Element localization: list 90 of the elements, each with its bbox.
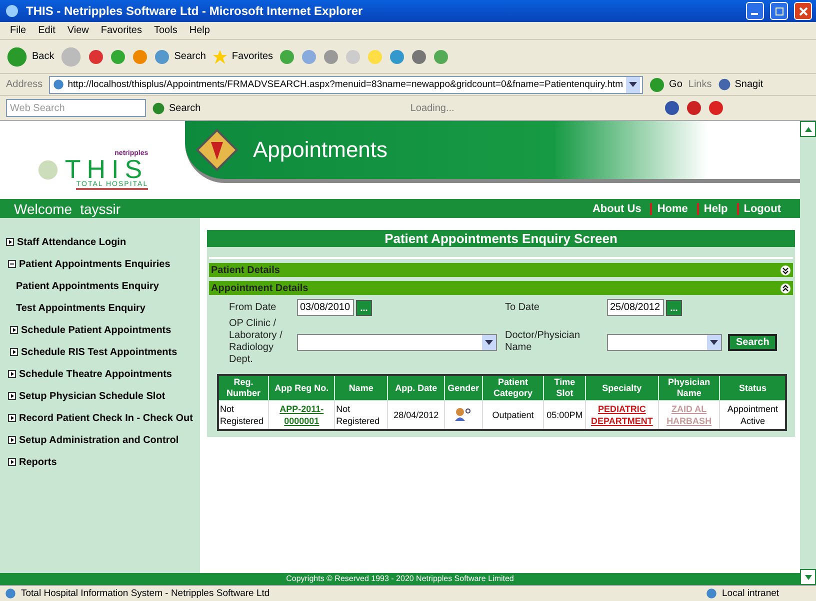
- menu-item[interactable]: Favorites: [96, 25, 146, 36]
- menu-item[interactable]: View: [63, 25, 93, 36]
- scrollbar[interactable]: [800, 121, 816, 585]
- status-text: Total Hospital Information System - Netripples Software Ltd: [21, 588, 271, 599]
- scroll-up-icon[interactable]: [804, 126, 812, 132]
- dropdown-arrow-icon: [485, 340, 493, 344]
- table-cell: Not Registered: [218, 400, 269, 430]
- maximize-icon: [774, 6, 784, 16]
- sidebar-item[interactable]: Setup Physician Schedule Slot: [6, 388, 200, 404]
- sidebar-item[interactable]: Staff Attendance Login: [6, 234, 200, 250]
- to-date-field[interactable]: 25/08/2012: [607, 299, 664, 316]
- scroll-down-icon[interactable]: [804, 574, 812, 580]
- column-header: Specialty: [586, 375, 658, 400]
- column-header: Physician Name: [658, 375, 720, 400]
- nav-link[interactable]: Help: [696, 202, 733, 214]
- column-header: Name: [334, 375, 388, 400]
- expand-icon[interactable]: [8, 458, 16, 466]
- expand-icon[interactable]: [780, 264, 791, 276]
- address-field[interactable]: http://localhost/thisplus/Appointments/FRMADVSEARCH.aspx?menuid=83name=newappo&gridcount=0&fname=Patientenquiry.htm: [48, 76, 644, 94]
- welcome-text: Welcome: [14, 200, 72, 216]
- screen-title: Patient Appointments Enquiry Screen: [207, 230, 795, 247]
- loading-status: Loading...: [410, 103, 454, 114]
- column-header: Patient Category: [482, 375, 544, 400]
- go-button[interactable]: Go: [669, 79, 682, 90]
- field-label: OP Clinic / Laboratory / Radiology Dept.: [228, 318, 284, 366]
- collapse-icon[interactable]: [780, 282, 791, 294]
- date-picker-button[interactable]: ...: [356, 300, 372, 316]
- sidebar-item[interactable]: Record Patient Check In - Check Out: [6, 410, 200, 426]
- expand-icon[interactable]: [8, 414, 16, 422]
- expand-icon[interactable]: [10, 348, 18, 356]
- sidebar-item[interactable]: Schedule RIS Test Appointments: [6, 344, 200, 360]
- zone-label: Local intranet: [722, 588, 780, 599]
- address-label: Address: [6, 79, 43, 90]
- close-icon: [798, 6, 808, 16]
- field-label: Doctor/Physician Name: [504, 330, 582, 354]
- search-button[interactable]: Search: [728, 334, 778, 350]
- column-header: Status: [720, 375, 786, 400]
- menu-item[interactable]: Edit: [34, 25, 60, 36]
- sidebar-subitem[interactable]: Patient Appointments Enquiry: [6, 278, 200, 294]
- sidebar-item[interactable]: Patient Appointments Enquiries: [6, 256, 200, 272]
- expand-icon[interactable]: [8, 436, 16, 444]
- column-header: Reg. Number: [218, 375, 269, 400]
- web-search-field[interactable]: Web Search: [6, 99, 146, 117]
- user-name: tayssir: [80, 200, 122, 216]
- person-gender-icon: [454, 406, 472, 420]
- dropdown-arrow-icon: [629, 82, 638, 87]
- expand-icon[interactable]: [8, 392, 16, 400]
- links-label[interactable]: Links: [688, 79, 712, 90]
- maximize-button[interactable]: [770, 2, 788, 20]
- page-heading: Appointments: [253, 137, 388, 163]
- section-header[interactable]: Patient Details: [209, 263, 793, 277]
- sidebar-item[interactable]: Setup Administration and Control: [6, 432, 200, 448]
- table-cell: Not Registered: [334, 400, 388, 430]
- menu-item[interactable]: File: [6, 25, 30, 36]
- menu-item[interactable]: Help: [185, 25, 214, 36]
- field-label: From Date: [228, 302, 278, 314]
- column-header: Time Slot: [544, 375, 586, 400]
- expand-icon[interactable]: [8, 370, 16, 378]
- back-label[interactable]: Back: [32, 51, 54, 62]
- sidebar-subitem[interactable]: Test Appointments Enquiry: [6, 300, 200, 316]
- window-title: THIS - Netripples Software Ltd - Microsoft Internet Explorer: [26, 4, 364, 18]
- column-header: App. Date: [387, 375, 445, 400]
- sidebar-item[interactable]: Reports: [6, 454, 200, 470]
- column-header: App Reg No.: [268, 375, 335, 400]
- nav-link[interactable]: About Us: [587, 202, 646, 214]
- expand-icon[interactable]: [10, 326, 18, 334]
- from-date-field[interactable]: 03/08/2010: [297, 299, 354, 316]
- star-icon[interactable]: [212, 48, 228, 64]
- collapse-icon[interactable]: [8, 260, 16, 268]
- menu-item[interactable]: Tools: [150, 25, 182, 36]
- field-label: To Date: [504, 302, 540, 314]
- search-button[interactable]: Search: [169, 102, 201, 114]
- favorites-label[interactable]: Favorites: [232, 51, 274, 62]
- search-label[interactable]: Search: [174, 51, 206, 62]
- footer: Copyrights © Reserved 1993 - 2020 Netripples Software Limited: [0, 573, 800, 585]
- column-header: Gender: [444, 375, 482, 400]
- minimize-button[interactable]: [746, 2, 764, 20]
- snagit-button[interactable]: Snagit: [734, 79, 764, 90]
- close-button[interactable]: [794, 2, 812, 20]
- section-header[interactable]: Appointment Details: [209, 281, 793, 295]
- sidebar-item[interactable]: Schedule Theatre Appointments: [6, 366, 200, 382]
- brand-logo: THIS: [64, 157, 148, 181]
- nav-link[interactable]: Logout: [736, 202, 786, 214]
- nav-link[interactable]: Home: [650, 202, 693, 214]
- sidebar-item[interactable]: Schedule Patient Appointments: [6, 322, 200, 338]
- date-picker-button[interactable]: ...: [666, 300, 682, 316]
- dropdown-arrow-icon: [710, 340, 718, 344]
- expand-icon[interactable]: [6, 238, 14, 246]
- doctor-dropdown[interactable]: [607, 334, 722, 350]
- clinic-dropdown[interactable]: [297, 334, 497, 350]
